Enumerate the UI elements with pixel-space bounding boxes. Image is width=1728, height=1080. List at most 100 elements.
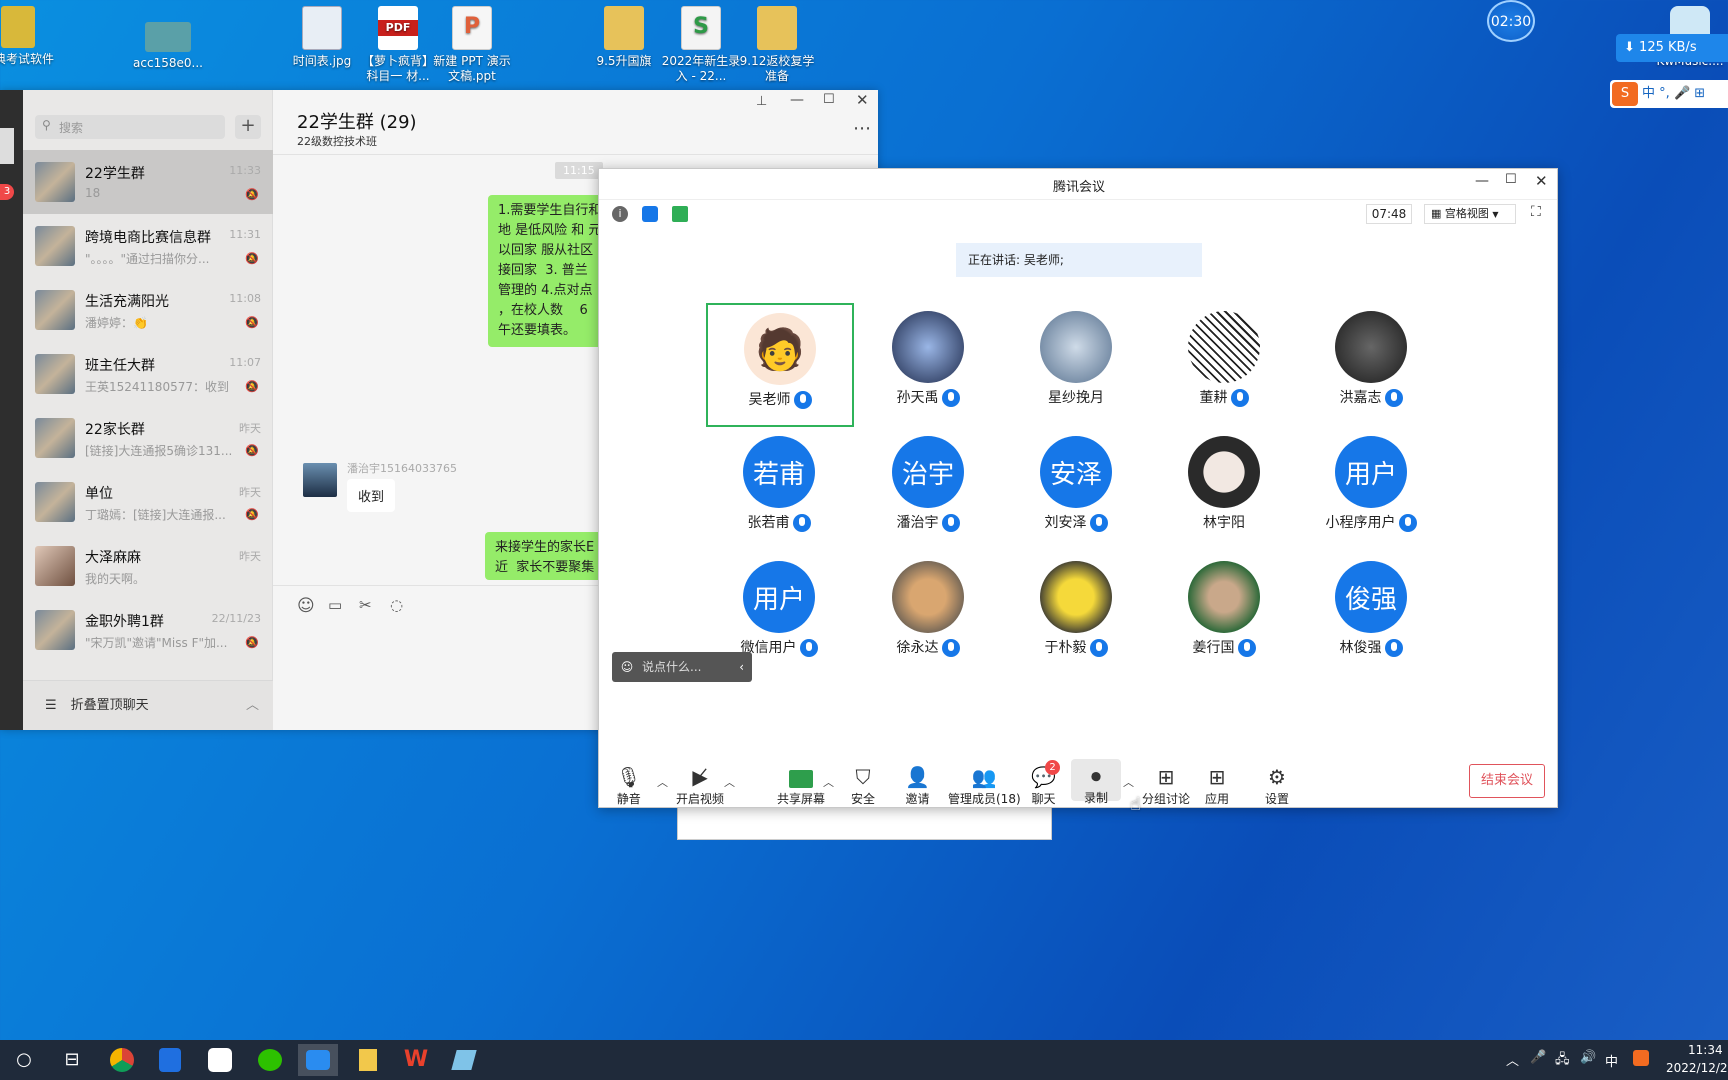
settings-button[interactable]: ⚙ 设置	[1265, 764, 1289, 807]
chevron-up-icon[interactable]: ︿	[1123, 774, 1134, 790]
manage-members-button[interactable]: 👥 管理成员(18)	[948, 764, 1021, 807]
mic-muted-icon	[1230, 389, 1249, 407]
desktop-icon-folder-flag[interactable]: 9.5升国旗	[584, 0, 664, 69]
desktop-icon-ppt[interactable]: P 新建 PPT 演示文稿.ppt	[432, 0, 512, 84]
signal-icon[interactable]	[672, 206, 688, 222]
notepad-icon[interactable]	[444, 1044, 484, 1076]
chrome-icon[interactable]	[102, 1044, 142, 1076]
task-view-button[interactable]: ⊟	[52, 1044, 92, 1076]
apps-button[interactable]: ⊞ 应用	[1205, 764, 1229, 807]
record-button[interactable]: ⏺ 录制	[1071, 759, 1121, 805]
share-screen-button[interactable]: 共享屏幕	[777, 764, 825, 807]
user-avatar[interactable]	[0, 128, 14, 164]
chat-history-icon[interactable]: ◌	[390, 596, 403, 614]
chevron-up-icon[interactable]: ︿	[657, 774, 668, 790]
ime-toolbar[interactable]: S中 °, 🎤 ⊞	[1610, 80, 1728, 108]
app-icon-pinwheel[interactable]	[200, 1044, 240, 1076]
close-button[interactable]: ✕	[856, 91, 869, 109]
search-button[interactable]: ○	[4, 1044, 44, 1076]
view-switcher[interactable]: ▦ 宫格视图 ▼	[1424, 204, 1516, 224]
participant-tile[interactable]: 于朴毅	[1006, 557, 1146, 677]
chat-item[interactable]: 班主任大群 王英15241180577：收到 11:07 🔕	[23, 342, 273, 406]
participant-tile[interactable]: 俊强 林俊强	[1301, 557, 1441, 677]
participant-tile[interactable]: 林宇阳	[1154, 432, 1294, 552]
file-explorer-icon[interactable]	[348, 1044, 388, 1076]
participant-tile[interactable]: 洪嘉志	[1301, 307, 1441, 427]
participant-tile[interactable]: 治宇 潘治宇	[858, 432, 998, 552]
shield-icon[interactable]	[642, 206, 658, 222]
participant-tile[interactable]: 孙天禹	[858, 307, 998, 427]
desktop-icon-folder-school[interactable]: 9.12返校复学准备	[737, 0, 817, 84]
tencent-meeting-window: 腾讯会议 — ☐ ✕ i 07:48 ▦ 宫格视图 ▼ ⛶ 正在讲话: 吴老师;…	[598, 168, 1558, 815]
desktop-icon-pdf[interactable]: PDF 【萝卜疯背】科目一 材...	[358, 0, 438, 84]
tray-ime-label[interactable]: 中	[1605, 1051, 1618, 1070]
message-bubble-sent[interactable]: 来接学生的家长E 近 家长不要聚集	[485, 532, 613, 580]
chat-item[interactable]: 22家长群 [链接]大连通报5确诊131... 昨天 🔕	[23, 406, 273, 470]
tray-chevron-up-icon[interactable]: ︿	[1506, 1050, 1519, 1069]
participant-tile[interactable]: 用户 小程序用户	[1301, 432, 1441, 552]
chat-item[interactable]: 金职外聘1群 "宋万凯"邀请"Miss F"加... 22/11/23 🔕	[23, 598, 273, 662]
pin-icon[interactable]: ⊥	[756, 94, 767, 109]
folder-icon[interactable]: ▭	[328, 596, 342, 614]
invite-button[interactable]: 👤 邀请	[905, 764, 930, 807]
participant-tile[interactable]: 🧑 吴老师	[706, 303, 854, 427]
participant-tile[interactable]: 姜行国	[1154, 557, 1294, 677]
desktop-icon-timetable[interactable]: 时间表.jpg	[282, 0, 362, 69]
search-input[interactable]: ⚲ 搜索	[35, 115, 225, 139]
participant-tile[interactable]: 徐永达	[858, 557, 998, 677]
participant-name: 刘安泽	[1044, 515, 1087, 531]
desktop-icon-acc[interactable]: acc158e0...	[128, 0, 208, 71]
maximize-button[interactable]: ☐	[823, 92, 835, 107]
more-icon[interactable]: ⋯	[853, 118, 871, 139]
taskbar-time[interactable]: 11:34	[1688, 1043, 1723, 1057]
clock-widget[interactable]: 02:30	[1487, 0, 1535, 42]
chat-item[interactable]: 单位 丁璐嫣：[链接]大连通报... 昨天 🔕	[23, 470, 273, 534]
chevron-up-icon[interactable]: ︿	[724, 774, 735, 790]
wechat-icon[interactable]	[250, 1044, 290, 1076]
chat-item[interactable]: 22学生群 18 11:33 🔕	[23, 150, 273, 214]
chat-item[interactable]: 生活充满阳光 潘婷婷：👏 11:08 🔕	[23, 278, 273, 342]
net-speed-widget[interactable]: ⬇ 125 KB/s	[1616, 34, 1728, 62]
tray-mic-icon[interactable]: 🎤	[1530, 1050, 1546, 1065]
participant-tile[interactable]: 安泽 刘安泽	[1006, 432, 1146, 552]
mic-muted-icon	[792, 514, 811, 532]
sender-avatar[interactable]	[303, 463, 337, 497]
desktop-icon-xls[interactable]: S 2022年新生录入 - 22...	[661, 0, 741, 84]
app-icon-blue[interactable]	[150, 1044, 190, 1076]
add-chat-button[interactable]: +	[235, 115, 261, 139]
mute-button[interactable]: 🎙 静音	[616, 764, 641, 807]
folded-chats-bar[interactable]: ☰ 折叠置顶聊天 ︿	[23, 680, 273, 730]
fullscreen-icon[interactable]: ⛶	[1531, 204, 1541, 220]
tencent-meeting-icon[interactable]	[298, 1044, 338, 1076]
tray-volume-icon[interactable]: 🔊	[1580, 1050, 1596, 1065]
desktop-icon-exam[interactable]: 考典考试软件	[0, 0, 58, 67]
chat-button[interactable]: 💬 聊天 2	[1031, 760, 1060, 807]
end-meeting-button[interactable]: 结束会议	[1469, 764, 1545, 798]
toolbar-label: 邀请	[905, 792, 930, 806]
chevron-up-icon[interactable]: ︿	[823, 774, 834, 790]
chat-item[interactable]: 大泽麻麻 我的天啊。 昨天	[23, 534, 273, 598]
taskbar-date[interactable]: 2022/12/2	[1666, 1061, 1728, 1075]
quick-chat-input[interactable]: ☺ 说点什么... ‹	[612, 652, 752, 682]
chat-preview: 王英15241180577：收到	[85, 380, 229, 394]
chevron-left-icon[interactable]: ‹	[739, 652, 744, 682]
tray-sogou-icon[interactable]	[1633, 1050, 1649, 1066]
minimize-button[interactable]: —	[1475, 173, 1489, 189]
info-icon[interactable]: i	[612, 206, 628, 222]
participant-tile[interactable]: 星纱挽月	[1006, 307, 1146, 427]
tray-network-icon[interactable]: 🖧	[1555, 1050, 1570, 1072]
chat-item[interactable]: 跨境电商比赛信息群 "。。。。"通过扫描你分... 11:31 🔕	[23, 214, 273, 278]
video-button[interactable]: ▶̸ 开启视频	[676, 764, 724, 807]
scissors-icon[interactable]: ✂	[359, 596, 372, 614]
message-bubble-received[interactable]: 收到	[347, 479, 396, 512]
breakout-button[interactable]: ⊞ 分组讨论	[1142, 764, 1190, 807]
message-bubble-sent[interactable]: 1.需要学生自行和 地 是低风险 和 元 以回家 服从社区 接回家 3. 普兰 …	[488, 195, 613, 347]
participant-tile[interactable]: 若甫 张若甫	[709, 432, 849, 552]
security-button[interactable]: ⛉ 安全	[851, 764, 875, 807]
maximize-button[interactable]: ☐	[1505, 172, 1517, 187]
wps-icon[interactable]: W	[396, 1044, 436, 1076]
close-button[interactable]: ✕	[1535, 172, 1548, 190]
participant-tile[interactable]: 董耕	[1154, 307, 1294, 427]
minimize-button[interactable]: —	[790, 92, 804, 108]
emoji-icon[interactable]: ☺	[297, 596, 315, 616]
